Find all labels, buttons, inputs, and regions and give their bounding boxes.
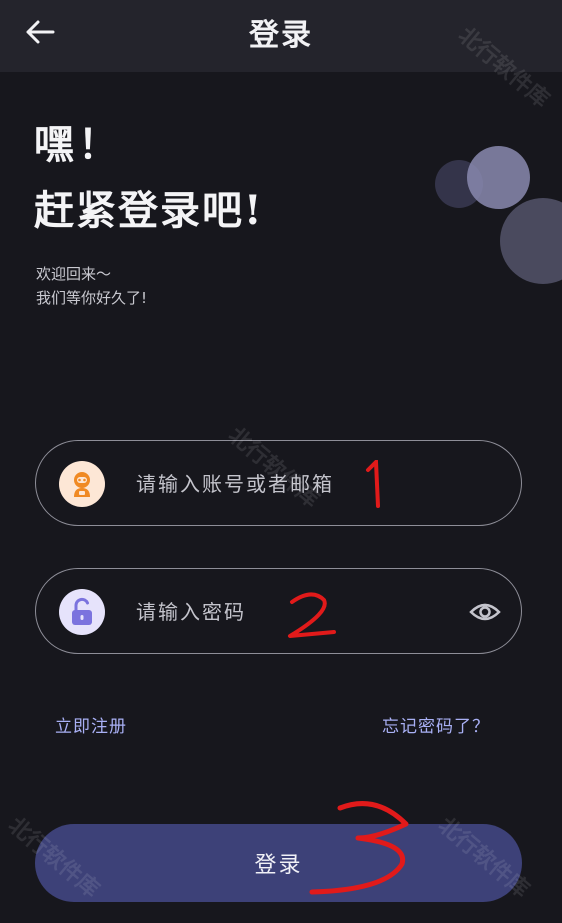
decor-bubble [500,198,562,284]
hero-greeting: 嘿！ [34,121,122,168]
welcome-line: 我们等你好久了! [36,289,148,307]
login-button[interactable]: 登录 [35,824,522,902]
top-bar: 登录 [0,0,562,72]
account-field[interactable] [35,440,522,526]
hero-title: 赶紧登录吧! [34,187,264,234]
eye-icon [469,603,501,621]
unlock-icon [59,589,105,635]
toggle-password-visibility-button[interactable] [469,596,501,628]
register-link[interactable]: 立即注册 [55,712,127,737]
robot-avatar-icon [59,461,105,507]
decor-bubble [467,146,530,209]
welcome-text: 欢迎回来～ 我们等你好久了! [36,262,147,310]
welcome-line: 欢迎回来～ [36,265,112,283]
password-input[interactable] [136,589,456,635]
page-title: 登录 [249,18,313,53]
forgot-password-link[interactable]: 忘记密码了？ [382,712,490,737]
account-input[interactable] [136,461,456,507]
password-field[interactable] [35,568,522,654]
